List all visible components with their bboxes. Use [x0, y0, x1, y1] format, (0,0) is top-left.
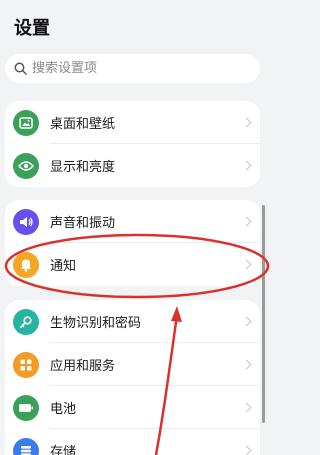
- key-icon: [13, 308, 39, 335]
- settings-item-sound[interactable]: 声音和振动: [5, 200, 260, 243]
- speaker-icon: [13, 208, 39, 235]
- settings-item-label: 存储: [50, 445, 77, 455]
- bell-icon: [13, 251, 39, 278]
- chevron-right-icon: [241, 117, 252, 127]
- settings-item-label: 应用和服务: [50, 359, 116, 374]
- chevron-right-icon: [241, 359, 252, 369]
- settings-item-battery[interactable]: 电池: [5, 386, 260, 429]
- settings-item-label: 通知: [50, 259, 77, 274]
- settings-item-wallpaper[interactable]: 桌面和壁纸: [5, 101, 260, 144]
- chevron-right-icon: [241, 445, 252, 455]
- settings-item-label: 显示和亮度: [50, 160, 116, 175]
- settings-item-label: 声音和振动: [50, 216, 116, 231]
- image-icon: [13, 109, 39, 136]
- battery-icon: [13, 394, 39, 421]
- settings-item-apps[interactable]: 应用和服务: [5, 343, 260, 386]
- settings-group-system: 生物识别和密码 应用和服务 电池 存储: [5, 300, 260, 455]
- settings-item-notifications[interactable]: 通知: [5, 243, 260, 286]
- settings-item-label: 生物识别和密码: [50, 316, 142, 331]
- settings-item-display[interactable]: 显示和亮度: [5, 144, 260, 187]
- search-input[interactable]: [32, 61, 232, 76]
- scrollbar[interactable]: [262, 205, 265, 423]
- chevron-right-icon: [241, 402, 252, 412]
- search-icon: [14, 62, 27, 75]
- page-title: 设置: [14, 18, 50, 39]
- chevron-right-icon: [241, 160, 252, 170]
- chevron-right-icon: [241, 259, 252, 269]
- settings-group-display: 桌面和壁纸 显示和亮度: [5, 101, 260, 187]
- search-bar[interactable]: [5, 54, 260, 83]
- settings-item-biometrics[interactable]: 生物识别和密码: [5, 300, 260, 343]
- apps-icon: [13, 351, 39, 378]
- chevron-right-icon: [241, 216, 252, 226]
- storage-icon: [13, 437, 39, 455]
- settings-item-storage[interactable]: 存储: [5, 429, 260, 455]
- eye-icon: [13, 152, 39, 179]
- chevron-right-icon: [241, 316, 252, 326]
- settings-item-label: 桌面和壁纸: [50, 117, 116, 132]
- settings-group-sound: 声音和振动 通知: [5, 200, 260, 286]
- settings-item-label: 电池: [50, 402, 77, 417]
